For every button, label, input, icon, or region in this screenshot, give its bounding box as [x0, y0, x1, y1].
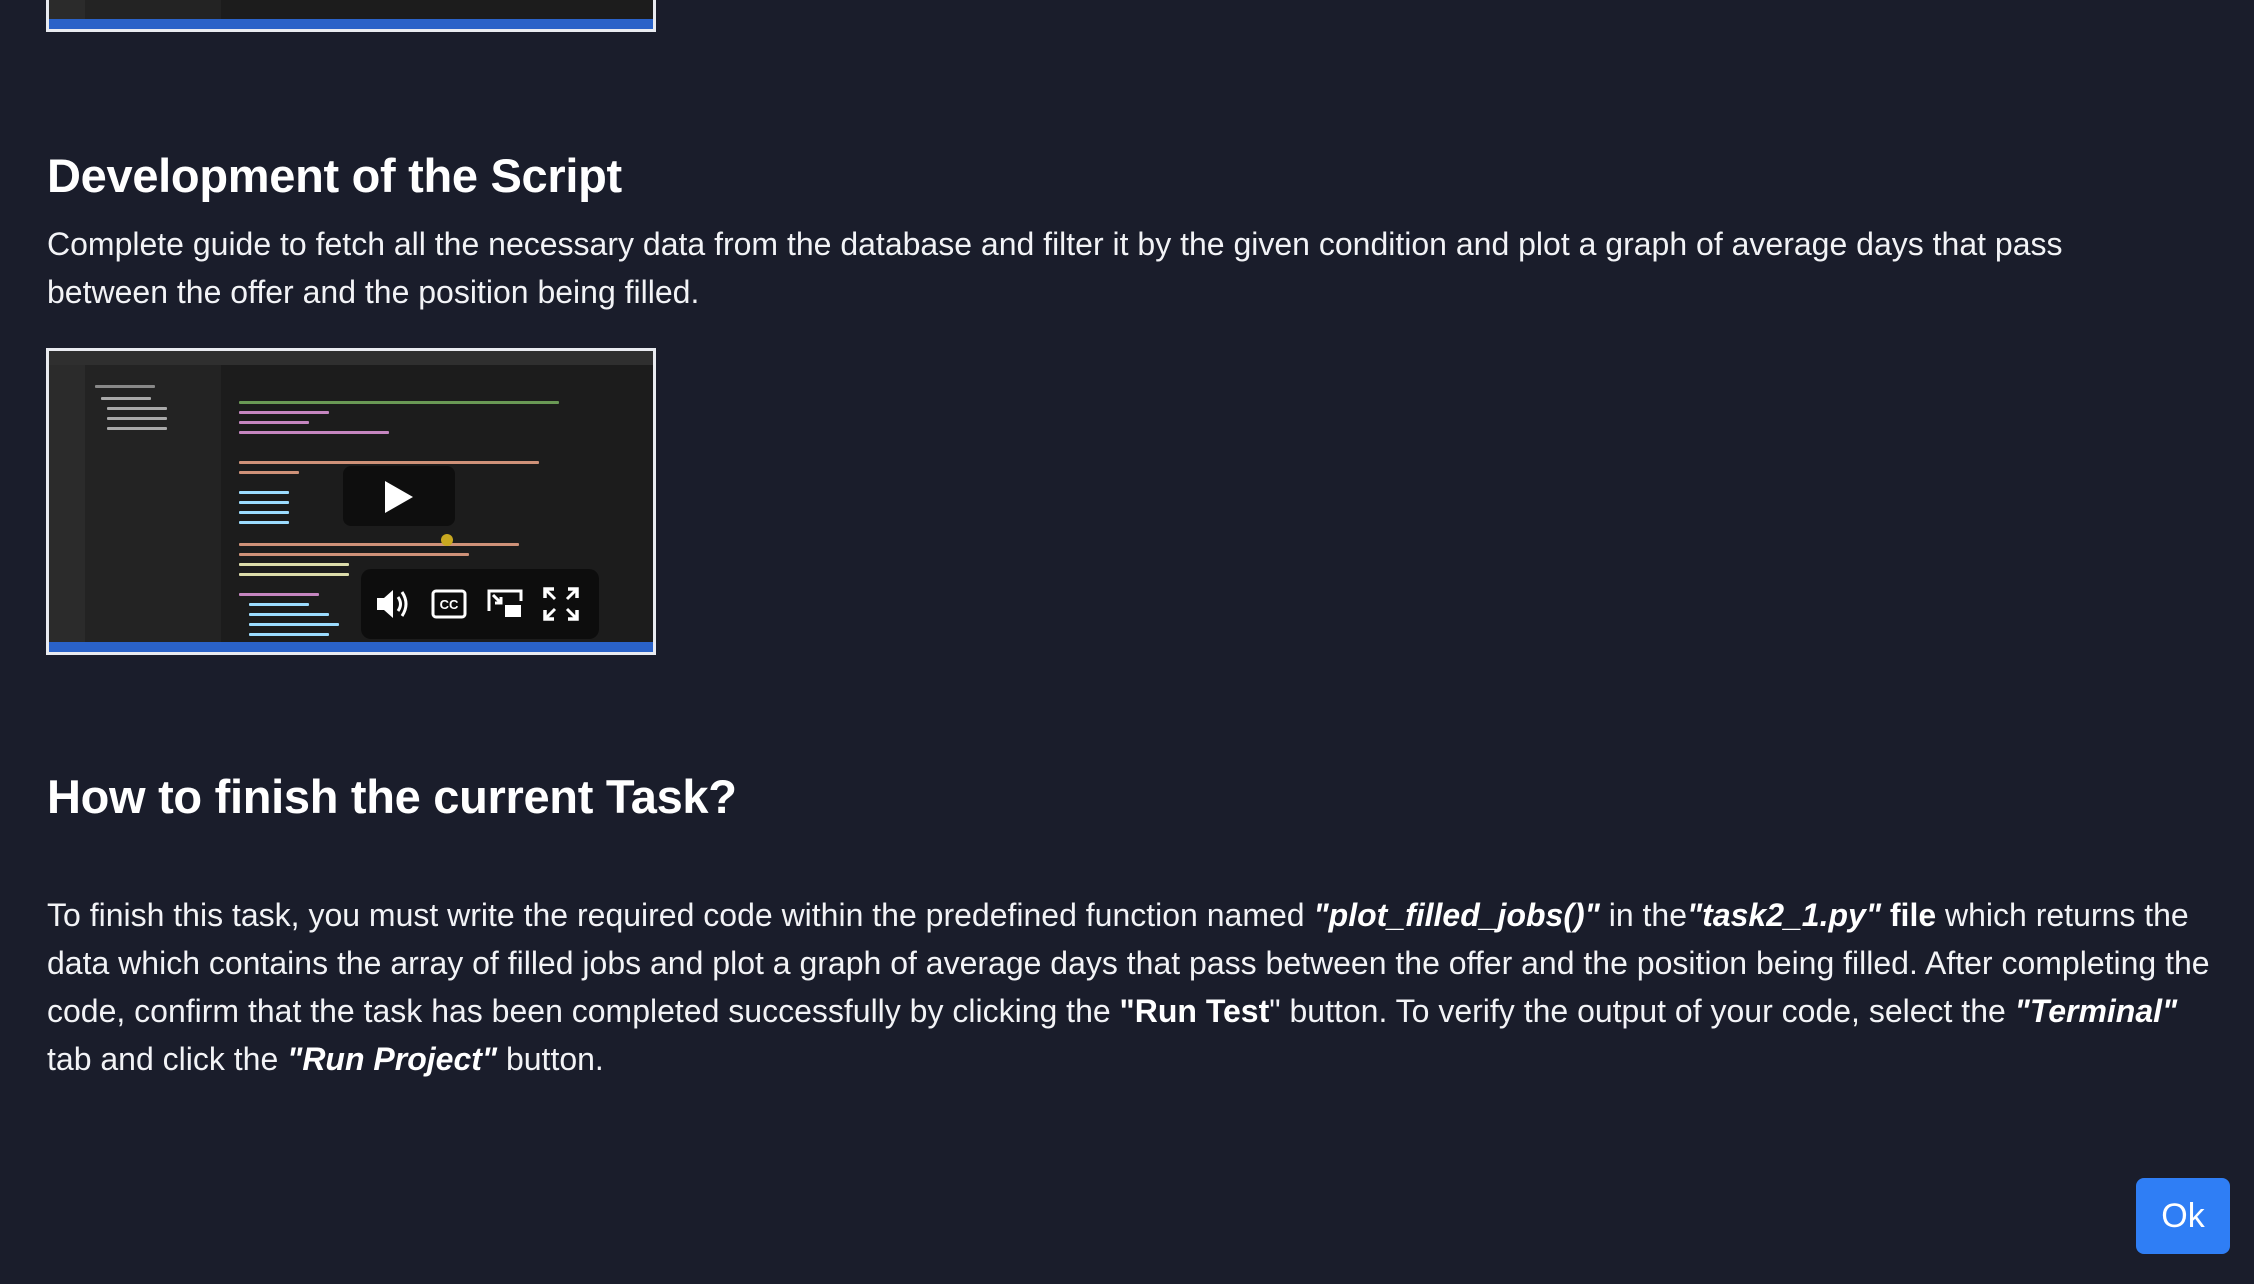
file-name: "task2_1.py" file: [1686, 897, 1937, 933]
volume-icon[interactable]: [373, 585, 413, 623]
ok-button[interactable]: Ok: [2136, 1178, 2230, 1254]
section-heading-development: Development of the Script: [47, 149, 622, 202]
video-controls-bar: CC: [361, 569, 599, 639]
instruction-text: tab and click the: [47, 1041, 288, 1077]
fullscreen-icon[interactable]: [541, 585, 581, 623]
editor-status-bar: [49, 19, 653, 29]
instruction-text: button.: [497, 1041, 604, 1077]
tutorial-video-player[interactable]: CC: [46, 348, 656, 655]
run-test-reference: "Run Test: [1119, 993, 1270, 1029]
terminal-reference: "Terminal": [2014, 993, 2178, 1029]
editor-title-bar: [49, 351, 653, 365]
editor-status-bar: [49, 642, 653, 652]
closed-captions-icon[interactable]: CC: [429, 585, 469, 623]
function-name: "plot_filled_jobs()": [1313, 897, 1600, 933]
instruction-text: To finish this task, you must write the …: [47, 897, 1314, 933]
section-description-development: Complete guide to fetch all the necessar…: [47, 226, 2063, 310]
instruction-text: " button. To verify the output of your c…: [1269, 993, 2015, 1029]
run-project-reference: "Run Project": [287, 1041, 498, 1077]
picture-in-picture-icon[interactable]: [485, 585, 525, 623]
play-button[interactable]: [343, 466, 455, 526]
svg-text:CC: CC: [440, 597, 459, 612]
task-instructions: To finish this task, you must write the …: [47, 891, 2227, 1083]
section-heading-finish-task: How to finish the current Task?: [47, 770, 737, 823]
previous-video-thumbnail[interactable]: [46, 0, 656, 32]
editor-sidebar: [85, 365, 222, 652]
editor-activity-bar: [49, 365, 85, 652]
instruction-text: in the: [1599, 897, 1687, 933]
play-icon: [385, 481, 413, 513]
